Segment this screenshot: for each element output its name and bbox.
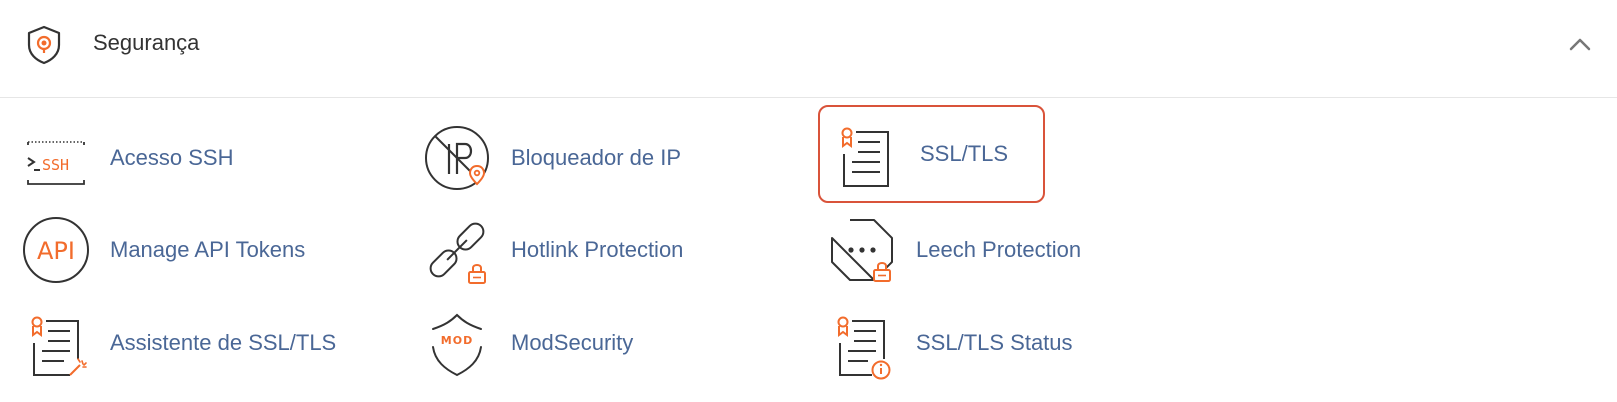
leech-lock-icon: [826, 214, 898, 286]
tool-ssl-tls-wizard[interactable]: Assistente de SSL/TLS: [20, 298, 336, 388]
certificate-status-icon: [826, 307, 898, 380]
security-section-panel: Segurança SSH Acesso SSH Bloqueador de I…: [0, 0, 1617, 402]
tool-ssl-tls-status[interactable]: SSL/TLS Status: [826, 298, 1073, 388]
tool-label: Leech Protection: [916, 237, 1082, 262]
api-icon: API: [20, 214, 92, 286]
section-header[interactable]: Segurança: [0, 0, 1617, 98]
link-lock-icon: [421, 214, 493, 286]
tool-modsecurity[interactable]: MOD ModSecurity: [421, 298, 633, 388]
tool-label: Manage API Tokens: [110, 237, 306, 262]
tool-label: SSL/TLS Status: [916, 330, 1073, 355]
tool-label: Bloqueador de IP: [511, 145, 682, 170]
shield-pin-icon: [26, 25, 62, 65]
tool-ip-blocker[interactable]: Bloqueador de IP: [421, 113, 681, 203]
tool-leech-protection[interactable]: Leech Protection: [826, 205, 1081, 295]
tool-ssh-access[interactable]: SSH Acesso SSH: [20, 113, 234, 203]
tool-label: Assistente de SSL/TLS: [110, 330, 337, 355]
svg-text:API: API: [37, 237, 75, 265]
section-title: Segurança: [93, 30, 200, 55]
chevron-up-icon[interactable]: [1568, 36, 1592, 52]
svg-text:MOD: MOD: [441, 334, 473, 347]
tool-ssl-tls[interactable]: SSL/TLS: [818, 105, 1045, 203]
ip-blocker-icon: [421, 122, 493, 194]
certificate-wizard-icon: [20, 307, 92, 379]
ssh-terminal-icon: SSH: [20, 122, 92, 194]
certificate-icon: [830, 118, 902, 190]
tool-manage-api-tokens[interactable]: API Manage API Tokens: [20, 205, 305, 295]
tool-label: ModSecurity: [511, 330, 634, 355]
modsecurity-shield-icon: MOD: [421, 307, 493, 379]
tool-label: Hotlink Protection: [511, 237, 684, 262]
tool-hotlink-protection[interactable]: Hotlink Protection: [421, 205, 683, 295]
tool-label: SSL/TLS: [920, 141, 1009, 166]
tool-label: Acesso SSH: [110, 145, 234, 170]
svg-text:SSH: SSH: [42, 156, 69, 174]
